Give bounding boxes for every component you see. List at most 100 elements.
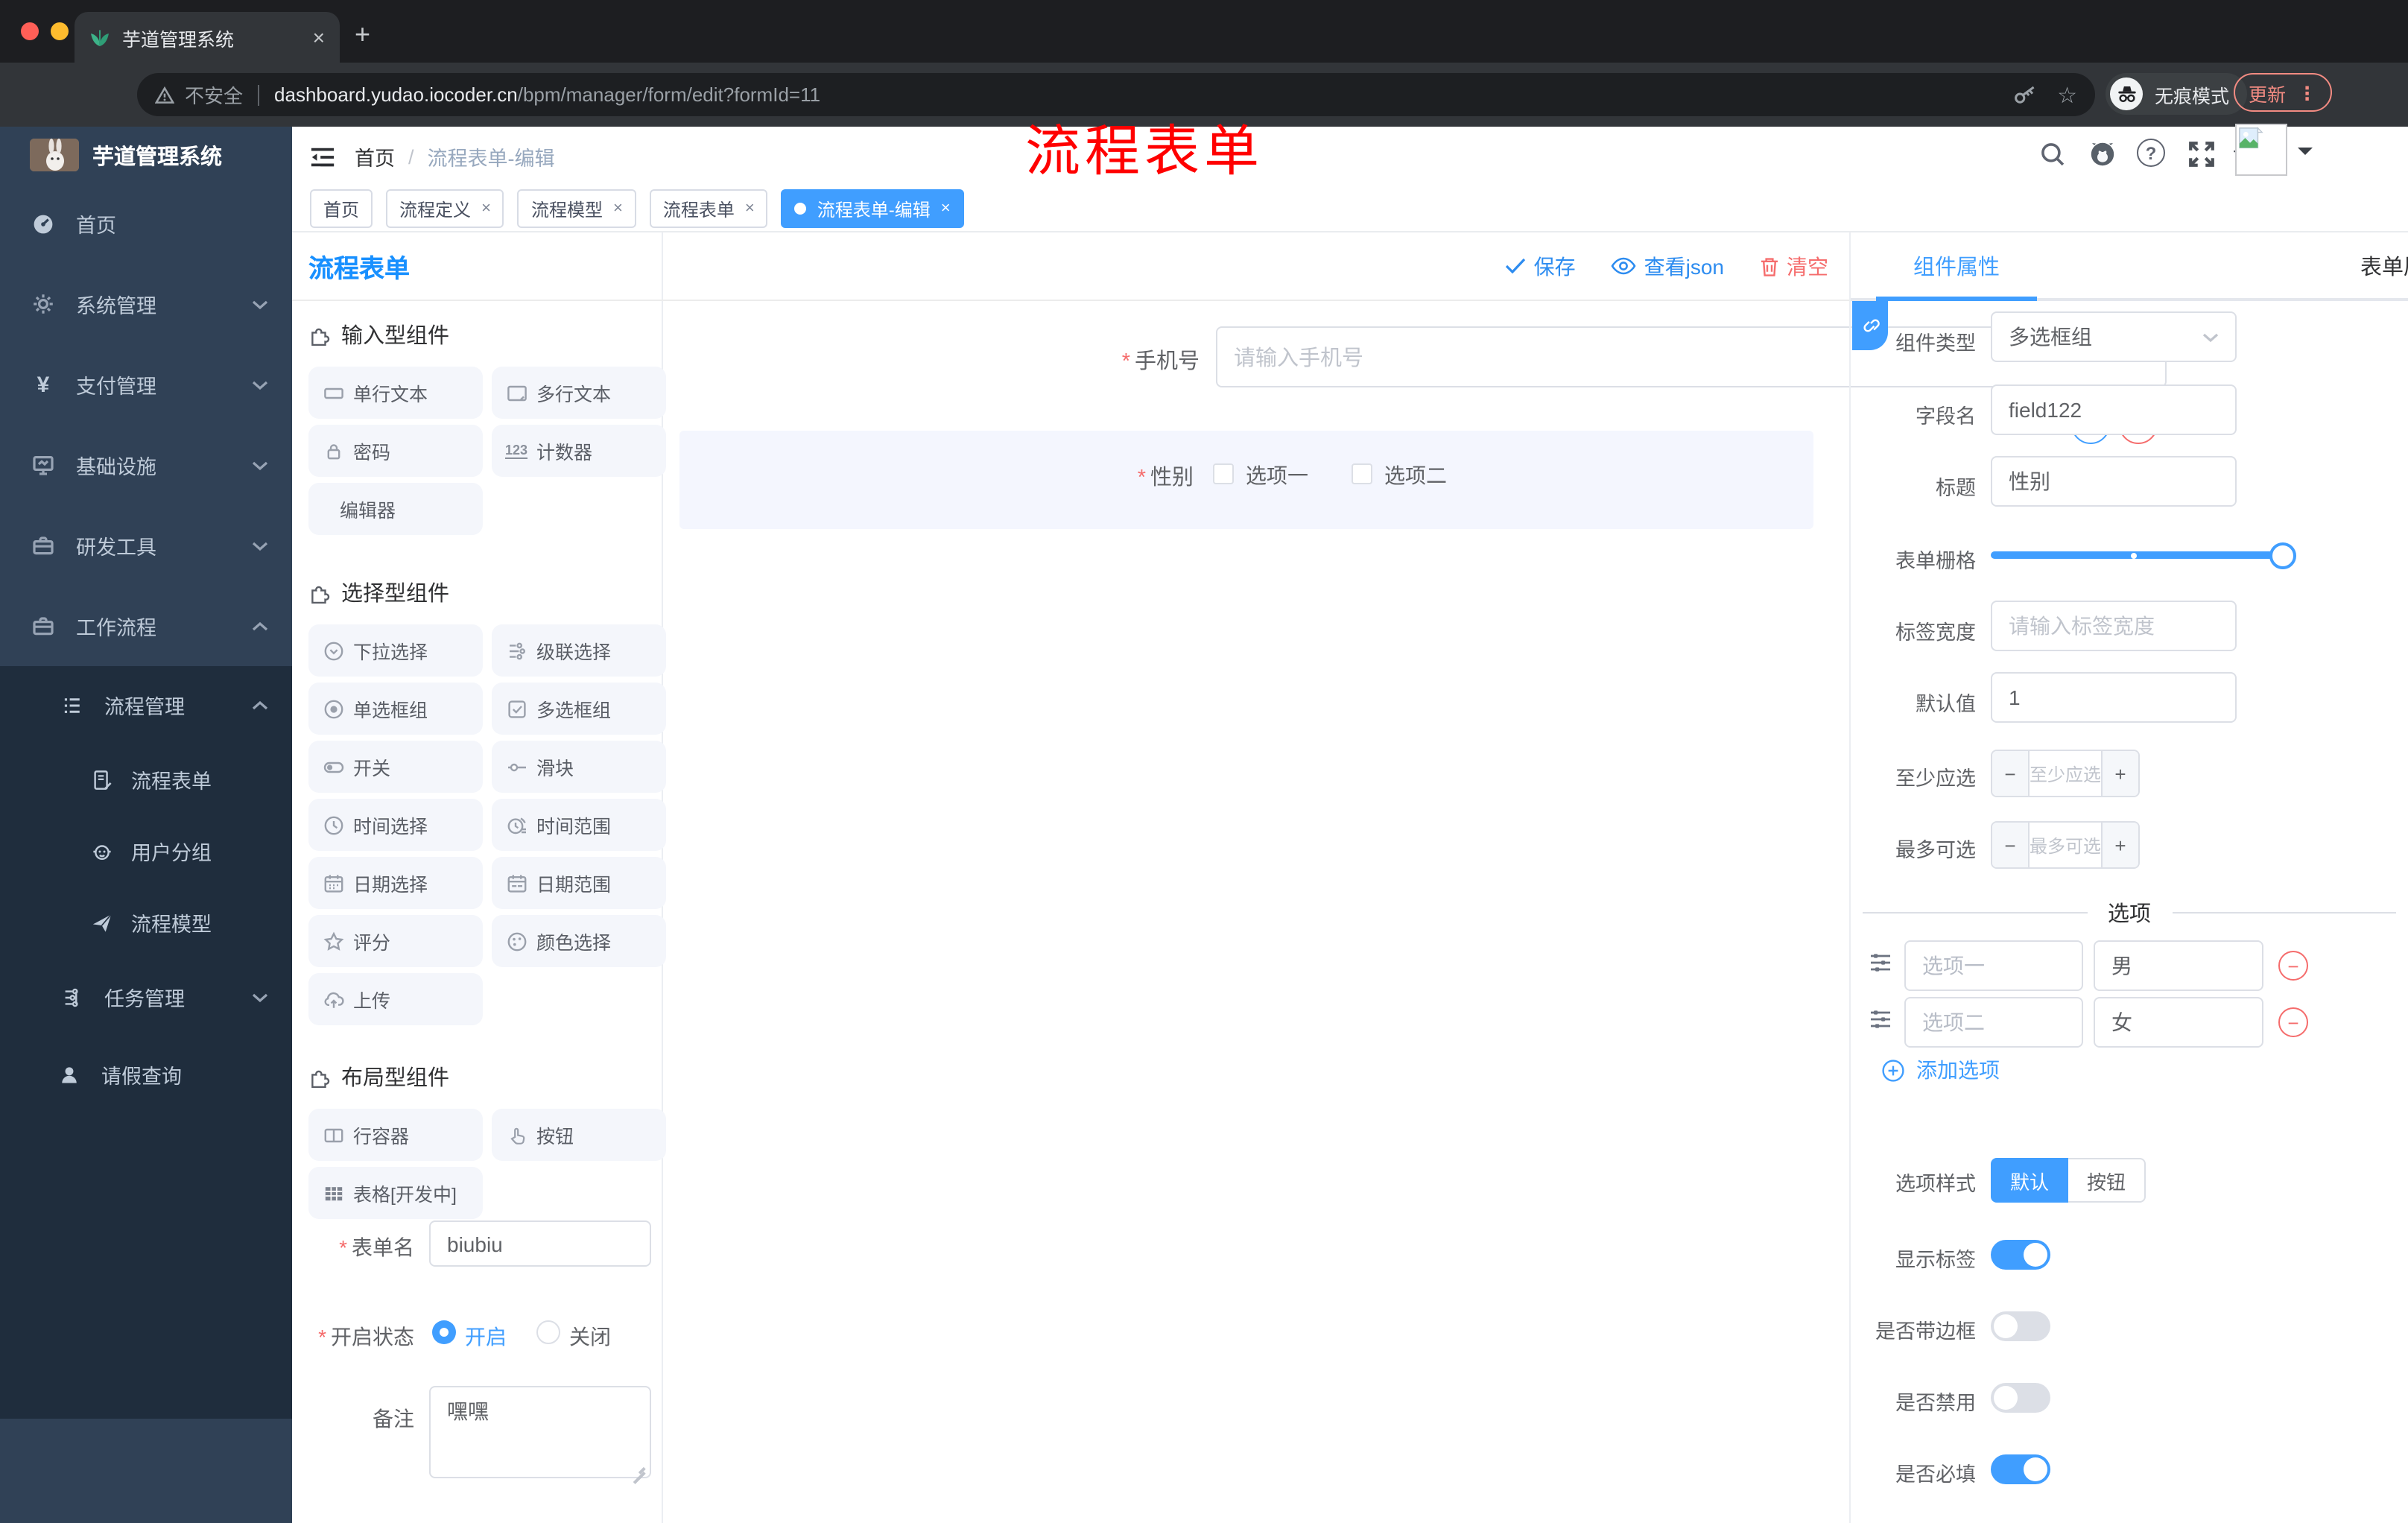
tag-close-icon[interactable]: × bbox=[745, 200, 755, 218]
remove-option-button[interactable]: − bbox=[2278, 1007, 2308, 1037]
style-button-button[interactable]: 按钮 bbox=[2068, 1158, 2146, 1203]
sidebar-item-process-mgmt[interactable]: 流程管理 bbox=[0, 666, 292, 744]
option2-value-input[interactable]: 女 bbox=[2094, 997, 2263, 1048]
tab-form-props[interactable]: 表单属性 bbox=[2320, 232, 2408, 300]
palette-item-checkbox-group[interactable]: 多选框组 bbox=[492, 683, 666, 735]
palette-item-date-picker[interactable]: 日期选择 bbox=[308, 857, 483, 909]
palette-item-textarea[interactable]: 多行文本 bbox=[492, 367, 666, 419]
max-select-value[interactable]: 最多可选 bbox=[2030, 823, 2101, 867]
grid-slider-track[interactable] bbox=[1991, 542, 2296, 569]
sidebar-item-workflow[interactable]: 工作流程 bbox=[0, 586, 292, 666]
help-icon[interactable]: ? bbox=[2137, 139, 2165, 167]
remove-option-button[interactable]: − bbox=[2278, 951, 2308, 981]
palette-item-switch[interactable]: 开关 bbox=[308, 741, 483, 793]
sidebar-item-system[interactable]: 系统管理 bbox=[0, 264, 292, 344]
gender-option1-label[interactable]: 选项一 bbox=[1246, 460, 1308, 490]
required-toggle[interactable] bbox=[1991, 1454, 2050, 1484]
slider-handle[interactable] bbox=[2269, 542, 2296, 569]
tag-process-definition[interactable]: 流程定义 × bbox=[386, 189, 504, 228]
border-toggle[interactable] bbox=[1991, 1311, 2050, 1341]
status-on-radio[interactable] bbox=[432, 1320, 456, 1344]
stepper-plus-button[interactable]: + bbox=[2101, 823, 2138, 867]
tab-close-icon[interactable]: × bbox=[313, 25, 325, 49]
tag-process-form[interactable]: 流程表单 × bbox=[649, 189, 768, 228]
palette-item-upload[interactable]: 上传 bbox=[308, 973, 483, 1025]
option1-label-input[interactable]: 选项一 bbox=[1904, 940, 2083, 991]
tag-close-icon[interactable]: × bbox=[613, 200, 623, 218]
style-default-button[interactable]: 默认 bbox=[1991, 1158, 2068, 1203]
browser-menu-dots-icon[interactable]: ⋮ bbox=[2298, 81, 2316, 104]
sidebar-item-devtools[interactable]: 研发工具 bbox=[0, 505, 292, 586]
min-select-value[interactable]: 至少应选 bbox=[2030, 751, 2101, 796]
tag-process-form-edit-active[interactable]: 流程表单-编辑 × bbox=[781, 189, 964, 228]
add-option-link[interactable]: 添加选项 bbox=[1882, 1055, 2000, 1085]
sidebar-item-task-mgmt[interactable]: 任务管理 bbox=[0, 958, 292, 1036]
minimize-window-button[interactable] bbox=[51, 22, 69, 40]
avatar-caret-icon[interactable] bbox=[2298, 148, 2313, 162]
palette-item-select[interactable]: 下拉选择 bbox=[308, 624, 483, 677]
option1-value-input[interactable]: 男 bbox=[2094, 940, 2263, 991]
tag-process-model[interactable]: 流程模型 × bbox=[517, 189, 636, 228]
github-icon[interactable] bbox=[2088, 140, 2117, 168]
palette-item-slider[interactable]: 滑块 bbox=[492, 741, 666, 793]
form-remark-textarea[interactable]: 嘿嘿 bbox=[429, 1386, 651, 1478]
gender-option2-checkbox[interactable] bbox=[1352, 463, 1372, 484]
palette-item-row-container[interactable]: 行容器 bbox=[308, 1109, 483, 1161]
sidebar-item-user-group[interactable]: 用户分组 bbox=[0, 815, 292, 887]
stepper-plus-button[interactable]: + bbox=[2101, 751, 2138, 796]
label-width-input[interactable]: 请输入标签宽度 bbox=[1991, 601, 2237, 651]
gender-option2-label[interactable]: 选项二 bbox=[1384, 460, 1447, 490]
title-input[interactable]: 性别 bbox=[1991, 456, 2237, 507]
palette-item-radio-group[interactable]: 单选框组 bbox=[308, 683, 483, 735]
stepper-minus-button[interactable]: − bbox=[1992, 751, 2030, 796]
browser-tab[interactable]: 芋道管理系统 × bbox=[75, 12, 340, 63]
clear-button[interactable]: 清空 bbox=[1760, 251, 1828, 281]
disabled-toggle[interactable] bbox=[1991, 1383, 2050, 1413]
avatar[interactable] bbox=[2235, 124, 2287, 176]
form-name-input[interactable]: biubiu bbox=[429, 1220, 651, 1267]
update-button[interactable]: 更新 ⋮ bbox=[2234, 73, 2332, 112]
resize-handle[interactable] bbox=[632, 1459, 645, 1472]
sidebar-item-home[interactable]: 首页 bbox=[0, 183, 292, 264]
palette-item-counter[interactable]: 123 计数器 bbox=[492, 425, 666, 477]
view-json-button[interactable]: 查看json bbox=[1612, 251, 1724, 281]
field-name-input[interactable]: field122 bbox=[1991, 384, 2237, 435]
password-key-icon[interactable] bbox=[2012, 84, 2036, 105]
logo[interactable]: 芋道管理系统 bbox=[0, 127, 292, 183]
tag-home[interactable]: 首页 bbox=[310, 189, 373, 228]
palette-item-editor[interactable]: 编辑器 bbox=[308, 483, 483, 535]
palette-item-color-picker[interactable]: 颜色选择 bbox=[492, 915, 666, 967]
gender-option1-checkbox[interactable] bbox=[1213, 463, 1234, 484]
palette-item-input[interactable]: 单行文本 bbox=[308, 367, 483, 419]
sidebar-item-process-form[interactable]: 流程表单 bbox=[0, 744, 292, 815]
palette-item-time-picker[interactable]: 时间选择 bbox=[308, 799, 483, 851]
option2-label-input[interactable]: 选项二 bbox=[1904, 997, 2083, 1048]
fullscreen-icon[interactable] bbox=[2187, 140, 2216, 168]
close-window-button[interactable] bbox=[21, 22, 39, 40]
palette-item-date-range[interactable]: 日期范围 bbox=[492, 857, 666, 909]
palette-item-rate[interactable]: 评分 bbox=[308, 915, 483, 967]
sidebar-item-leave-query[interactable]: 请假查询 bbox=[0, 1036, 292, 1113]
stepper-minus-button[interactable]: − bbox=[1992, 823, 2030, 867]
sidebar-item-payment[interactable]: ¥ 支付管理 bbox=[0, 344, 292, 425]
bookmark-star-icon[interactable]: ☆ bbox=[2057, 81, 2077, 108]
tag-close-icon[interactable]: × bbox=[941, 200, 951, 218]
default-value-input[interactable]: 1 bbox=[1991, 672, 2237, 723]
save-button[interactable]: 保存 bbox=[1506, 251, 1576, 281]
drag-handle-icon[interactable] bbox=[1869, 951, 1892, 975]
sidebar-item-process-model[interactable]: 流程模型 bbox=[0, 887, 292, 958]
palette-item-password[interactable]: 密码 bbox=[308, 425, 483, 477]
palette-item-button[interactable]: 按钮 bbox=[492, 1109, 666, 1161]
palette-item-time-range[interactable]: 时间范围 bbox=[492, 799, 666, 851]
tab-component-props[interactable]: 组件属性 bbox=[1876, 232, 2037, 300]
sidebar-item-infrastructure[interactable]: 基础设施 bbox=[0, 425, 292, 505]
breadcrumb-home[interactable]: 首页 bbox=[355, 142, 395, 171]
new-tab-button[interactable]: + bbox=[355, 21, 370, 48]
palette-item-cascader[interactable]: 级联选择 bbox=[492, 624, 666, 677]
type-select[interactable]: 多选框组 bbox=[1991, 311, 2237, 362]
hamburger-fold-icon[interactable] bbox=[310, 145, 335, 168]
search-icon[interactable] bbox=[2038, 140, 2067, 168]
status-off-label[interactable]: 关闭 bbox=[569, 1322, 629, 1352]
show-label-toggle[interactable] bbox=[1991, 1240, 2050, 1270]
status-off-radio[interactable] bbox=[536, 1320, 560, 1344]
